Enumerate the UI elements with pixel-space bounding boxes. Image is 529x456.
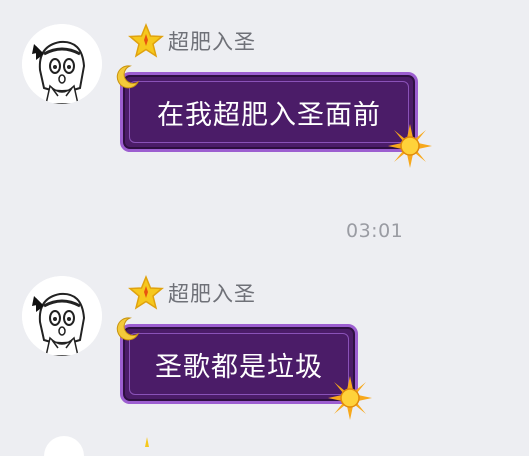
message-text: 圣歌都是垃圾 (155, 351, 323, 383)
star-badge-icon (128, 23, 164, 58)
avatar[interactable] (44, 436, 84, 456)
sender-row: 超肥入圣 (128, 275, 256, 310)
sender-name[interactable]: 超肥入圣 (168, 26, 256, 56)
star-badge-icon (145, 437, 149, 447)
sun-icon (328, 376, 372, 420)
timestamp: 03:01 (346, 220, 404, 242)
message-bubble[interactable]: 圣歌都是垃圾 (120, 324, 358, 404)
crescent-moon-icon (116, 317, 140, 341)
sender-name[interactable]: 超肥入圣 (168, 278, 256, 308)
crescent-moon-icon (116, 65, 140, 89)
avatar[interactable] (22, 24, 102, 104)
message-bubble[interactable]: 在我超肥入圣面前 (120, 72, 418, 152)
sun-icon (388, 124, 432, 168)
sender-row: 超肥入圣 (128, 23, 256, 58)
message-text: 在我超肥入圣面前 (157, 99, 381, 131)
star-badge-icon (128, 275, 164, 310)
anime-girl-avatar-icon (22, 24, 102, 104)
anime-girl-avatar-icon (22, 276, 102, 356)
avatar[interactable] (22, 276, 102, 356)
